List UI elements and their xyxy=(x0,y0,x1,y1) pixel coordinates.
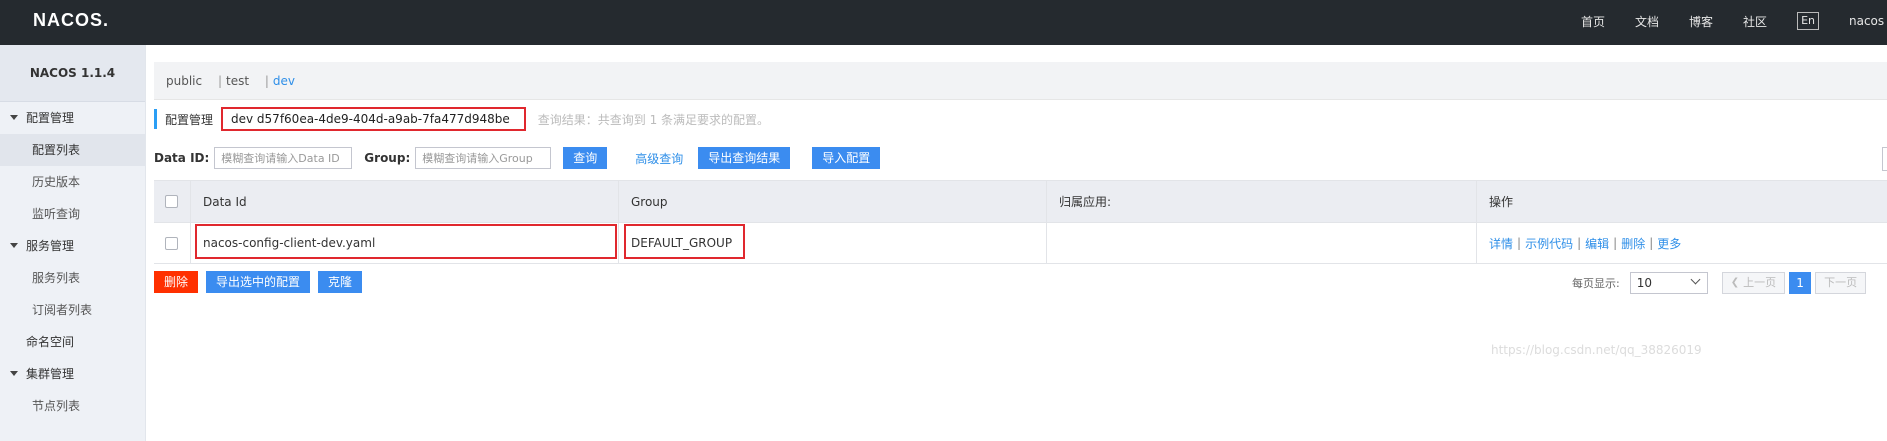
search-button[interactable]: 查询 xyxy=(563,147,608,169)
actions-cell: 详情 | 示例代码 | 编辑 | 删除 | 更多 xyxy=(1476,223,1887,263)
delete-link[interactable]: 删除 xyxy=(1621,235,1645,252)
page-title: 配置管理 xyxy=(165,112,214,127)
namespace-public[interactable]: public xyxy=(166,74,202,88)
data-id-label: Data ID: xyxy=(154,151,210,165)
sidebar-item-listener-query[interactable]: 监听查询 xyxy=(0,198,145,230)
nav-community[interactable]: 社区 xyxy=(1743,13,1767,30)
column-header: 操作 xyxy=(1476,181,1887,222)
prev-page-button[interactable]: ❮ 上一页 xyxy=(1721,272,1786,294)
namespace-dev[interactable]: dev xyxy=(273,74,295,88)
page-size-select[interactable]: 10 xyxy=(1629,272,1708,294)
next-page-button[interactable]: 下一页 xyxy=(1815,272,1867,294)
page-size-value: 10 xyxy=(1636,276,1652,290)
chevron-down-icon xyxy=(1690,274,1701,285)
group-input[interactable] xyxy=(415,147,552,169)
title-accent-bar xyxy=(154,109,157,129)
page-header: 配置管理 dev d57f60ea-4de9-404d-a9ab-7fa477d… xyxy=(154,107,769,131)
top-nav: 首页 文档 博客 社区 En nacos xyxy=(1581,12,1884,30)
caret-down-icon xyxy=(10,371,18,376)
bulk-delete-button[interactable]: 删除 xyxy=(154,271,199,293)
main-content: public | test | dev 配置管理 dev d57f60ea-4de9… xyxy=(146,45,1887,441)
header-checkbox-cell xyxy=(154,181,190,222)
advanced-search-link[interactable]: 高级查询 xyxy=(635,150,683,167)
sidebar-group-service[interactable]: 服务管理 xyxy=(0,230,145,262)
app-cell xyxy=(1046,223,1476,263)
table-header: Data Id Group 归属应用: 操作 xyxy=(154,181,1887,222)
caret-down-icon xyxy=(10,243,18,248)
sidebar: NACOS 1.1.4 配置管理 配置列表 历史版本 监听查询 服务管理 服务列… xyxy=(0,45,146,441)
detail-link[interactable]: 详情 xyxy=(1489,235,1513,252)
sidebar-item-history[interactable]: 历史版本 xyxy=(0,166,145,198)
sidebar-item-service-list[interactable]: 服务列表 xyxy=(0,262,145,294)
bulk-actions: 删除 导出选中的配置 克隆 xyxy=(154,271,363,293)
sidebar-item-subscriber-list[interactable]: 订阅者列表 xyxy=(0,294,145,326)
column-header: Data Id xyxy=(190,181,618,222)
next-page-label: 下一页 xyxy=(1824,276,1858,289)
namespace-test[interactable]: test xyxy=(226,74,249,88)
data-id-input[interactable] xyxy=(214,147,353,169)
sidebar-group-label: 配置管理 xyxy=(26,111,75,125)
prev-page-label: 上一页 xyxy=(1743,276,1777,289)
edit-link[interactable]: 编辑 xyxy=(1585,235,1609,252)
sidebar-item-namespace[interactable]: 命名空间 xyxy=(0,326,145,358)
version-label: NACOS 1.1.4 xyxy=(0,45,145,102)
user-menu[interactable]: nacos xyxy=(1849,14,1884,28)
config-table: Data Id Group 归属应用: 操作 nacos-config-clie… xyxy=(154,180,1887,264)
sidebar-group-cluster[interactable]: 集群管理 xyxy=(0,358,145,390)
nacos-logo[interactable]: NACOS. xyxy=(33,10,109,31)
sidebar-item-node-list[interactable]: 节点列表 xyxy=(0,390,145,422)
column-header: 归属应用: xyxy=(1046,181,1476,222)
language-toggle[interactable]: En xyxy=(1797,12,1819,30)
table-row: nacos-config-client-dev.yaml DEFAULT_GRO… xyxy=(154,222,1887,263)
namespace-separator: | xyxy=(264,74,269,88)
namespace-id-highlight: dev d57f60ea-4de9-404d-a9ab-7fa477d948be xyxy=(221,107,526,131)
clone-button[interactable]: 克隆 xyxy=(318,271,363,293)
query-result-text: 查询结果：共查询到 1 条满足要求的配置。 xyxy=(537,112,770,127)
row-checkbox[interactable] xyxy=(165,236,178,250)
sidebar-group-label: 集群管理 xyxy=(26,367,75,381)
nav-blog[interactable]: 博客 xyxy=(1689,13,1713,30)
sidebar-item-config-list[interactable]: 配置列表 xyxy=(0,134,145,166)
row-actions: 详情 | 示例代码 | 编辑 | 删除 | 更多 xyxy=(1489,235,1682,252)
select-all-checkbox[interactable] xyxy=(165,195,178,208)
top-navbar: NACOS. 首页 文档 博客 社区 En nacos xyxy=(0,0,1887,45)
filter-bar: Data ID: Group: 查询 高级查询 导出查询结果 导入配置 xyxy=(154,146,881,170)
import-config-button[interactable]: 导入配置 xyxy=(812,147,881,169)
namespace-bar: public | test | dev xyxy=(154,62,1887,100)
sample-code-link[interactable]: 示例代码 xyxy=(1525,235,1573,252)
nav-docs[interactable]: 文档 xyxy=(1635,13,1659,30)
column-header: Group xyxy=(618,181,1046,222)
page-number-current[interactable]: 1 xyxy=(1789,272,1812,294)
page-size-label: 每页显示: xyxy=(1572,277,1620,290)
collapsed-panel-handle[interactable] xyxy=(1882,147,1887,171)
group-label: Group: xyxy=(364,151,411,165)
export-selected-button[interactable]: 导出选中的配置 xyxy=(206,271,311,293)
chevron-left-icon: ❮ xyxy=(1730,277,1740,288)
group-cell: DEFAULT_GROUP xyxy=(618,223,1046,263)
watermark: https://blog.csdn.net/qq_38826019 xyxy=(1491,343,1702,357)
caret-down-icon xyxy=(10,115,18,120)
sidebar-group-config[interactable]: 配置管理 xyxy=(0,102,145,134)
more-link[interactable]: 更多 xyxy=(1657,235,1681,252)
nav-home[interactable]: 首页 xyxy=(1581,13,1605,30)
namespace-separator: | xyxy=(217,74,222,88)
sidebar-group-label: 服务管理 xyxy=(26,239,75,253)
pagination: 每页显示: 10 ❮ 上一页 1 下一页 xyxy=(1572,272,1870,294)
export-result-button[interactable]: 导出查询结果 xyxy=(698,147,791,169)
row-checkbox-cell xyxy=(154,223,190,263)
data-id-cell: nacos-config-client-dev.yaml xyxy=(190,223,618,263)
